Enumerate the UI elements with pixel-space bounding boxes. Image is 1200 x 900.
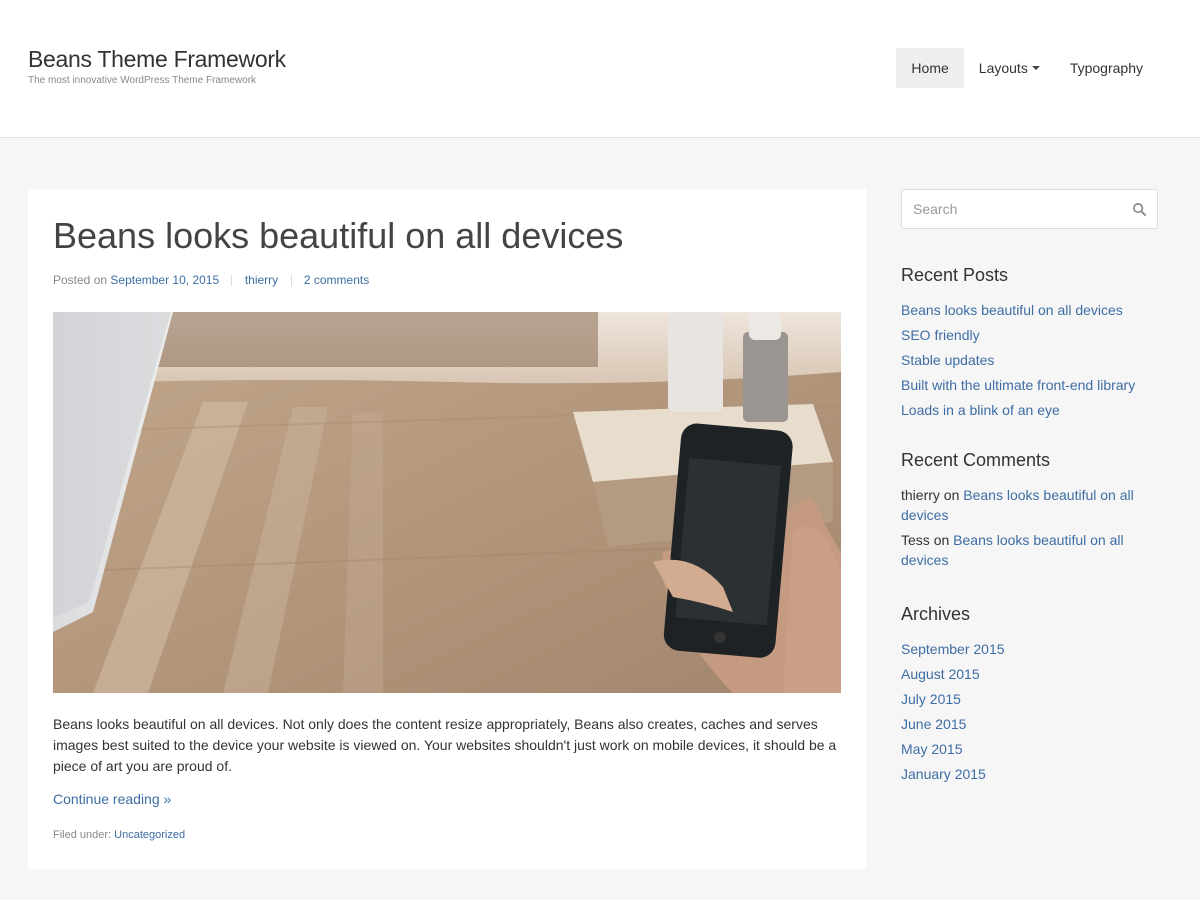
archive-link[interactable]: August 2015 [901, 666, 980, 682]
post-excerpt: Beans looks beautiful on all devices. No… [53, 716, 837, 774]
list-item: June 2015 [901, 714, 1158, 734]
list-item: Beans looks beautiful on all devices [901, 300, 1158, 320]
list-item: Built with the ultimate front-end librar… [901, 375, 1158, 395]
recent-post-link[interactable]: Loads in a blink of an eye [901, 402, 1060, 418]
recent-post-link[interactable]: SEO friendly [901, 327, 980, 343]
archive-link[interactable]: January 2015 [901, 766, 986, 782]
list-item: August 2015 [901, 664, 1158, 684]
post-featured-image[interactable] [53, 312, 841, 693]
post-title[interactable]: Beans looks beautiful on all devices [53, 215, 623, 257]
post-meta: Posted on September 10, 2015 thierry 2 c… [53, 273, 369, 287]
list-item: Tess on Beans looks beautiful on all dev… [901, 530, 1158, 570]
list-item: Stable updates [901, 350, 1158, 370]
site-header: Beans Theme Framework The most innovativ… [0, 0, 1200, 138]
meta-separator [231, 275, 233, 287]
archive-link[interactable]: July 2015 [901, 691, 961, 707]
list-item: May 2015 [901, 739, 1158, 759]
recent-posts-list: Beans looks beautiful on all devices SEO… [901, 300, 1158, 420]
filed-under-label: Filed under: [53, 829, 112, 841]
list-item: thierry on Beans looks beautiful on all … [901, 485, 1158, 525]
main-nav: Home Layouts Typography [896, 48, 1158, 88]
search-icon[interactable] [1132, 202, 1147, 217]
post-author-link[interactable]: thierry [245, 273, 278, 287]
recent-post-link[interactable]: Beans looks beautiful on all devices [901, 302, 1123, 318]
archives-title: Archives [901, 604, 971, 624]
archive-link[interactable]: September 2015 [901, 641, 1005, 657]
recent-post-link[interactable]: Stable updates [901, 352, 994, 368]
post-date-link[interactable]: September 10, 2015 [110, 273, 219, 287]
post-categories: Filed under: Uncategorized [53, 829, 185, 841]
search-widget [901, 189, 1158, 229]
site-tagline: The most innovative WordPress Theme Fram… [28, 75, 257, 86]
list-item: July 2015 [901, 689, 1158, 709]
phone-on-wooden-table-photo [53, 312, 841, 693]
comment-on-label: on [943, 487, 960, 503]
nav-item-typography[interactable]: Typography [1055, 48, 1158, 88]
list-item: Loads in a blink of an eye [901, 400, 1158, 420]
caret-down-icon [1031, 66, 1040, 71]
search-input[interactable] [902, 190, 1157, 228]
nav-item-layouts[interactable]: Layouts [964, 48, 1055, 88]
archives-list: September 2015 August 2015 July 2015 Jun… [901, 639, 1158, 784]
posted-on-label: Posted on [53, 273, 108, 287]
sidebar: Recent Posts Beans looks beautiful on al… [901, 189, 1158, 789]
archive-link[interactable]: May 2015 [901, 741, 962, 757]
continue-reading-link[interactable]: Continue reading » [53, 791, 171, 807]
category-link[interactable]: Uncategorized [114, 829, 185, 841]
recent-post-link[interactable]: Built with the ultimate front-end librar… [901, 377, 1135, 393]
comment-author: Tess [901, 532, 930, 548]
post-comments-link[interactable]: 2 comments [304, 273, 369, 287]
recent-comments-list: thierry on Beans looks beautiful on all … [901, 485, 1158, 570]
comment-on-label: on [933, 532, 950, 548]
comment-author: thierry [901, 487, 940, 503]
nav-item-home[interactable]: Home [896, 48, 964, 88]
list-item: September 2015 [901, 639, 1158, 659]
list-item: January 2015 [901, 764, 1158, 784]
list-item: SEO friendly [901, 325, 1158, 345]
site-title[interactable]: Beans Theme Framework [28, 46, 286, 73]
nav-item-layouts-label: Layouts [978, 60, 1028, 76]
recent-comments-title: Recent Comments [901, 450, 1051, 470]
post-article: Beans looks beautiful on all devices Pos… [28, 189, 866, 869]
meta-separator [290, 275, 292, 287]
archive-link[interactable]: June 2015 [901, 716, 966, 732]
recent-posts-title: Recent Posts [901, 265, 1009, 285]
